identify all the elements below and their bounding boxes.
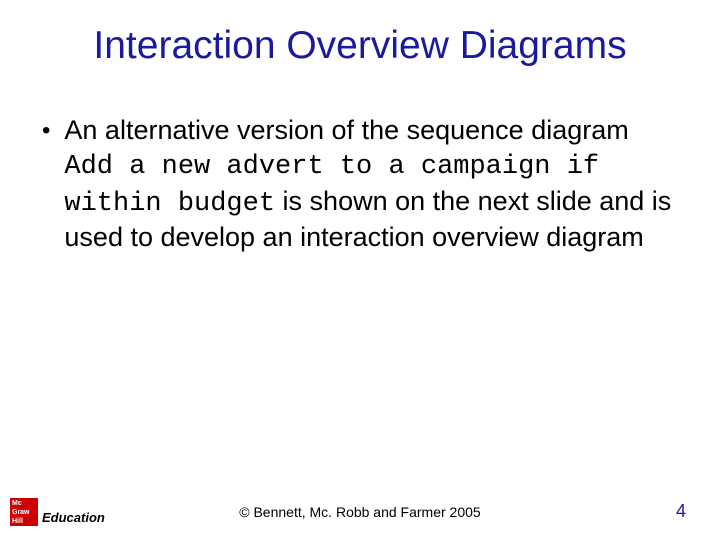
bullet-item: • An alternative version of the sequence… (42, 114, 678, 255)
bullet-lead: An alternative version of the sequence d… (64, 115, 628, 145)
slide: Interaction Overview Diagrams • An alter… (0, 0, 720, 540)
slide-title: Interaction Overview Diagrams (0, 0, 720, 76)
slide-body: • An alternative version of the sequence… (0, 76, 720, 255)
slide-footer: Mc Graw Hill Education © Bennett, Mc. Ro… (0, 494, 720, 526)
bullet-text: An alternative version of the sequence d… (64, 114, 678, 255)
bullet-dot-icon: • (42, 116, 50, 146)
copyright-text: © Bennett, Mc. Robb and Farmer 2005 (0, 504, 720, 520)
page-number: 4 (676, 501, 686, 522)
